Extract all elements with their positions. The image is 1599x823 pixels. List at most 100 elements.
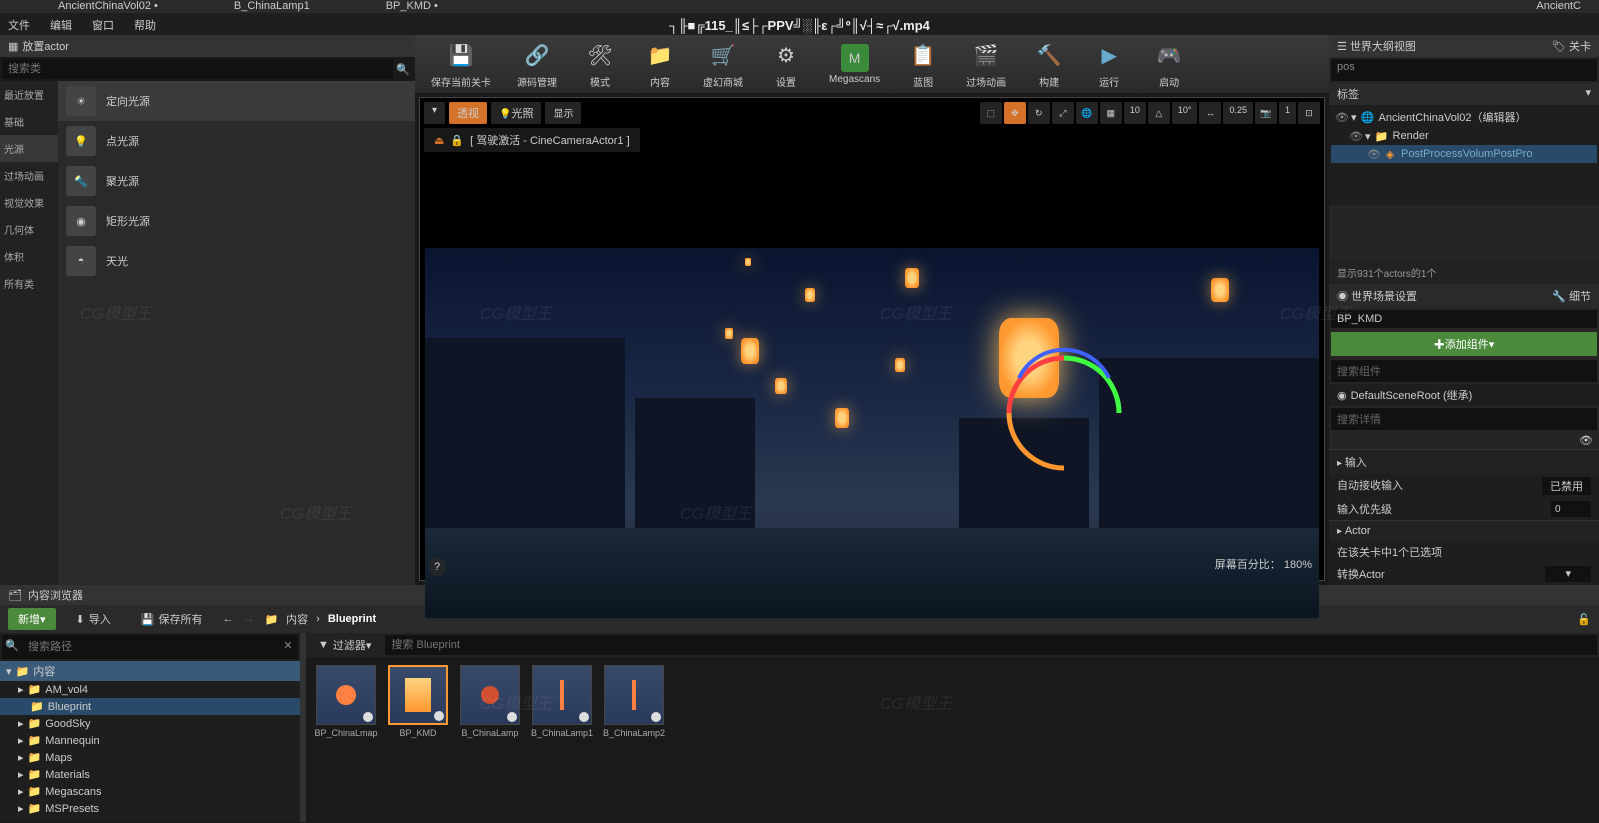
launch-button[interactable]: 🎮启动 bbox=[1144, 37, 1194, 91]
breadcrumb-content[interactable]: 内容 bbox=[286, 611, 308, 627]
sources-search[interactable] bbox=[22, 635, 278, 659]
spot-light-item[interactable]: 🔦聚光源 bbox=[58, 161, 415, 201]
angle-snap-value[interactable]: 10° bbox=[1172, 102, 1198, 124]
tab-right[interactable]: AncientC bbox=[1528, 0, 1589, 13]
lock-icon[interactable]: 🔒 bbox=[450, 134, 464, 147]
chevron-icon[interactable]: ▸ bbox=[18, 683, 24, 696]
rotate-mode[interactable]: ↻ bbox=[1028, 102, 1050, 124]
sky-light-item[interactable]: ◓天光 bbox=[58, 241, 415, 281]
chevron-icon[interactable]: ▸ bbox=[18, 717, 24, 730]
build-button[interactable]: 🔨构建 bbox=[1024, 37, 1074, 91]
eye-icon[interactable]: 👁 bbox=[1367, 148, 1379, 161]
cat-geometry[interactable]: 几何体 bbox=[0, 216, 58, 243]
asset-search[interactable] bbox=[385, 635, 1597, 655]
cat-lights[interactable]: 光源 bbox=[0, 135, 58, 162]
menu-window[interactable]: 窗口 bbox=[92, 17, 114, 31]
breadcrumb-blueprint[interactable]: Blueprint bbox=[328, 613, 376, 625]
tree-world-item[interactable]: 👁▾🌐AncientChinaVol02（编辑器） bbox=[1331, 107, 1597, 127]
asset-b-chinalamp1[interactable]: B_ChinaLamp1 bbox=[530, 665, 594, 739]
menu-help[interactable]: 帮助 bbox=[134, 17, 156, 31]
asset-bp-chinalmap[interactable]: BP_ChinaLmap bbox=[314, 665, 378, 739]
level-tab[interactable]: 关卡 bbox=[1569, 41, 1591, 53]
eject-icon[interactable]: ⏏ bbox=[434, 134, 444, 147]
lock-icon[interactable]: 🔓 bbox=[1577, 613, 1591, 626]
auto-input-value[interactable]: 已禁用 bbox=[1542, 477, 1591, 495]
save-all-button[interactable]: 💾 保存所有 bbox=[131, 608, 213, 630]
content-button[interactable]: 📁内容 bbox=[635, 37, 685, 91]
scale-snap[interactable]: ↔ bbox=[1199, 102, 1221, 124]
translate-mode[interactable]: ✥ bbox=[1004, 102, 1026, 124]
tree-actor-item[interactable]: 👁◈PostProcessVolumPostPro bbox=[1331, 145, 1597, 163]
actor-name-field[interactable]: BP_KMD bbox=[1331, 310, 1597, 328]
actor-section-header[interactable]: ▸ Actor bbox=[1329, 520, 1599, 541]
cat-cinematic[interactable]: 过场动画 bbox=[0, 162, 58, 189]
rect-light-item[interactable]: ◉矩形光源 bbox=[58, 201, 415, 241]
search-component-field[interactable]: 搜索组件 bbox=[1331, 360, 1597, 382]
megascans-button[interactable]: MMegascans bbox=[821, 37, 888, 91]
viewport[interactable]: ▾ 透视 💡光照 显示 ⬚ ✥ ↻ ⤢ 🌐 ▦ 10 △ 10° ↔ 0.25 bbox=[419, 97, 1325, 581]
folder-icon[interactable]: 📁 bbox=[264, 613, 278, 626]
eye-icon[interactable]: 👁 bbox=[1349, 130, 1361, 143]
place-actors-search[interactable] bbox=[2, 59, 393, 79]
folder-mspresets[interactable]: ▸📁MSPresets bbox=[0, 800, 300, 817]
history-forward[interactable]: → bbox=[243, 613, 254, 625]
modes-button[interactable]: 🛠模式 bbox=[575, 37, 625, 91]
eye-icon[interactable]: 👁 bbox=[1335, 111, 1347, 124]
details-tab[interactable]: 细节 bbox=[1569, 291, 1591, 303]
folder-content[interactable]: ▾📁内容 bbox=[0, 661, 300, 681]
show-button[interactable]: 显示 bbox=[545, 102, 581, 124]
viewport-scene[interactable] bbox=[425, 248, 1319, 618]
maximize-viewport[interactable]: ⊡ bbox=[1298, 102, 1320, 124]
save-button[interactable]: 💾保存当前关卡 bbox=[423, 37, 499, 91]
cinematics-button[interactable]: 🎬过场动画 bbox=[958, 37, 1014, 91]
filters-button[interactable]: ▼过滤器▾ bbox=[308, 635, 381, 655]
perspective-button[interactable]: 透视 bbox=[449, 102, 487, 124]
camera-speed-value[interactable]: 1 bbox=[1279, 102, 1296, 124]
import-button[interactable]: ⬇ 导入 bbox=[66, 608, 121, 630]
world-settings-tab[interactable]: 世界场景设置 bbox=[1351, 291, 1417, 303]
marketplace-button[interactable]: 🛒虚幻商城 bbox=[695, 37, 751, 91]
scale-mode[interactable]: ⤢ bbox=[1052, 102, 1074, 124]
folder-maps[interactable]: ▸📁Maps bbox=[0, 749, 300, 766]
tree-folder-item[interactable]: 👁▾📁Render bbox=[1331, 127, 1597, 145]
input-priority-field[interactable] bbox=[1551, 501, 1591, 517]
menu-edit[interactable]: 编辑 bbox=[50, 17, 72, 31]
viewport-help-icon[interactable]: ? bbox=[428, 558, 446, 576]
folder-mannequin[interactable]: ▸📁Mannequin bbox=[0, 732, 300, 749]
chevron-icon[interactable]: ▸ bbox=[18, 734, 24, 747]
convert-actor-dropdown[interactable]: ▾ bbox=[1545, 566, 1591, 582]
source-control-button[interactable]: 🔗源码管理 bbox=[509, 37, 565, 91]
chevron-icon[interactable]: ▸ bbox=[18, 785, 24, 798]
folder-megascans[interactable]: ▸📁Megascans bbox=[0, 783, 300, 800]
eye-toggle-icon[interactable]: 👁 bbox=[1579, 434, 1593, 447]
tab-2[interactable]: B_ChinaLamp1 bbox=[226, 0, 318, 13]
camera-speed-icon[interactable]: 📷 bbox=[1255, 102, 1277, 124]
blueprints-button[interactable]: 📋蓝图 bbox=[898, 37, 948, 91]
search-icon[interactable]: 🔍 bbox=[393, 59, 413, 79]
cat-volumes[interactable]: 体积 bbox=[0, 243, 58, 270]
add-component-button[interactable]: ✚添加组件▾ bbox=[1331, 332, 1597, 356]
history-back[interactable]: ← bbox=[222, 613, 233, 625]
asset-bp-kmd[interactable]: BP_KMD bbox=[386, 665, 450, 739]
play-button[interactable]: ▶运行 bbox=[1084, 37, 1134, 91]
directional-light-item[interactable]: ☀定向光源 bbox=[58, 81, 415, 121]
chevron-icon[interactable]: ▸ bbox=[18, 802, 24, 815]
folder-goodsky[interactable]: ▸📁GoodSky bbox=[0, 715, 300, 732]
coord-toggle[interactable]: 🌐 bbox=[1076, 102, 1098, 124]
search-details-field[interactable]: 搜索详情 bbox=[1331, 408, 1597, 430]
cat-vfx[interactable]: 视觉效果 bbox=[0, 189, 58, 216]
outliner-search[interactable] bbox=[1331, 59, 1597, 75]
point-light-item[interactable]: 💡点光源 bbox=[58, 121, 415, 161]
grid-snap[interactable]: ▦ bbox=[1100, 102, 1122, 124]
folder-materials[interactable]: ▸📁Materials bbox=[0, 766, 300, 783]
cat-basic[interactable]: 基础 bbox=[0, 108, 58, 135]
chevron-down-icon[interactable]: ▾ bbox=[6, 665, 12, 678]
settings-button[interactable]: ⚙设置 bbox=[761, 37, 811, 91]
lit-button[interactable]: 💡光照 bbox=[491, 102, 541, 124]
grid-snap-value[interactable]: 10 bbox=[1124, 102, 1146, 124]
select-mode[interactable]: ⬚ bbox=[980, 102, 1002, 124]
add-new-button[interactable]: 新增▾ bbox=[8, 608, 56, 630]
rotation-gizmo[interactable] bbox=[989, 338, 1139, 488]
chevron-icon[interactable]: ▾ bbox=[1351, 111, 1357, 124]
clear-icon[interactable]: ✕ bbox=[278, 635, 298, 655]
